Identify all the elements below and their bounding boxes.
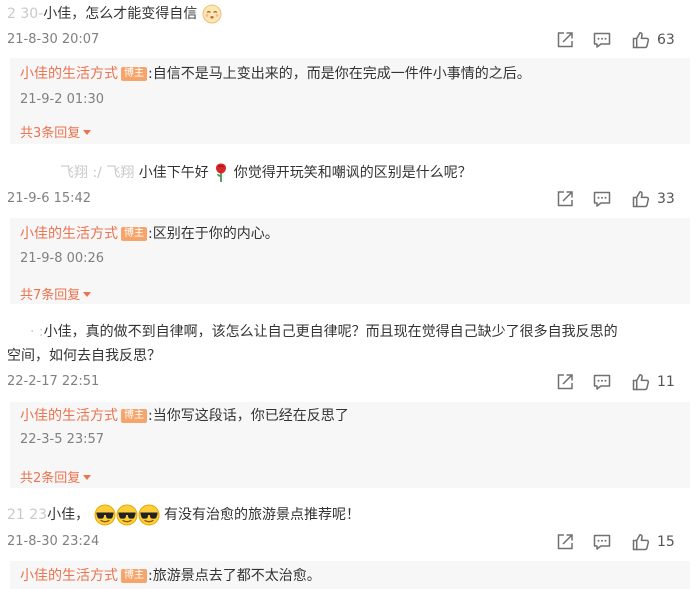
share-icon[interactable] (555, 30, 575, 50)
comment-text-line2: 空间，如何去自我反思？ (7, 348, 161, 364)
thumbs-up-icon[interactable] (631, 372, 651, 392)
more-replies-link[interactable]: 共2条回复 (20, 467, 92, 486)
reply-line: 小佳的生活方式 博主:自信不是马上变出来的，而是你在完成一件件小事情的之后。 (20, 64, 531, 84)
more-replies-link[interactable]: 共7条回复 (20, 284, 92, 303)
blush-emoji-icon (202, 4, 222, 24)
more-replies-link[interactable]: 共3条回复 (20, 122, 92, 141)
comment-author-blurred: · : (30, 324, 44, 340)
reply-line: 小佳的生活方式 博主:区别在于你的内心。 (20, 224, 279, 244)
like-count: 15 (657, 534, 675, 550)
reply-time: 22-3-5 23:57 (20, 432, 105, 447)
comment-text: 小佳，怎么才能变得自信 (43, 6, 198, 22)
reply-box: 小佳的生活方式 博主:区别在于你的内心。 21-9-8 00:26 共7条回复 (10, 218, 690, 304)
comment-text: 小佳， (47, 507, 90, 523)
reply-text: :旅游景点去了都不太治愈。 (148, 568, 321, 584)
reply-box: 小佳的生活方式 博主:旅游景点去了都不太治愈。 (10, 561, 690, 589)
comment-3-body: · :小佳，真的做不到自律啊，该怎么让自己更自律呢？而且现在觉得自己缺少了很多自… (30, 322, 618, 342)
caret-down-icon (83, 130, 92, 135)
reply-author-link[interactable]: 小佳的生活方式 (20, 408, 118, 424)
rose-emoji-icon (216, 163, 227, 182)
comment-author-blurred: 2 30- (7, 6, 44, 22)
reply-author-link[interactable]: 小佳的生活方式 (20, 568, 118, 584)
comment-2-body: 飞翔 :/ 飞翔 小佳下午好 你觉得开玩笑和嘲讽的区别是什么呢？ (60, 163, 472, 183)
blogger-badge: 博主 (121, 67, 147, 81)
comment-text-continued: 有没有治愈的旅游景点推荐呢！ (164, 507, 360, 523)
comment-author-blurred: 飞翔 :/ 飞翔 (60, 165, 139, 181)
like-count: 63 (657, 32, 675, 48)
reply-text: :区别在于你的内心。 (148, 226, 279, 242)
more-replies-label: 共2条回复 (20, 471, 81, 486)
comment-icon[interactable] (592, 189, 612, 209)
comment-actions: 15 (555, 532, 700, 554)
thumbs-up-icon[interactable] (631, 189, 651, 209)
comment-time: 21-8-30 20:07 (7, 32, 100, 47)
comment-1-body: 2 30-小佳，怎么才能变得自信 (7, 4, 222, 24)
reply-time: 21-9-2 01:30 (20, 92, 105, 107)
comment-time: 21-9-6 15:42 (7, 191, 92, 206)
reply-author-link[interactable]: 小佳的生活方式 (20, 66, 118, 82)
comment-icon[interactable] (592, 372, 612, 392)
reply-line: 小佳的生活方式 博主:旅游景点去了都不太治愈。 (20, 566, 321, 586)
blogger-badge: 博主 (121, 569, 147, 583)
comment-icon[interactable] (592, 532, 612, 552)
blogger-badge: 博主 (121, 227, 147, 241)
comment-actions: 11 (555, 372, 700, 394)
comment-time: 21-8-30 23:24 (7, 534, 100, 549)
comment-4-body: 21 23小佳， 有没有治愈的旅游景点推荐呢！ (7, 504, 360, 526)
cool-sunglasses-emoji-icon (94, 504, 116, 526)
thumbs-up-icon[interactable] (631, 30, 651, 50)
like-count: 33 (657, 191, 675, 207)
cool-sunglasses-emoji-icon (116, 504, 138, 526)
blogger-badge: 博主 (121, 409, 147, 423)
comment-author-blurred: 21 23 (7, 507, 48, 523)
comment-time: 22-2-17 22:51 (7, 374, 100, 389)
reply-time: 21-9-8 00:26 (20, 251, 105, 266)
reply-text: :当你写这段话，你已经在反思了 (148, 408, 349, 424)
comment-actions: 63 (555, 30, 700, 52)
like-count: 11 (657, 374, 675, 390)
comment-actions: 33 (555, 189, 700, 211)
comment-text-continued: 你觉得开玩笑和嘲讽的区别是什么呢？ (233, 165, 472, 181)
more-replies-label: 共3条回复 (20, 126, 81, 141)
reply-box: 小佳的生活方式 博主:当你写这段话，你已经在反思了 22-3-5 23:57 共2… (10, 402, 690, 488)
caret-down-icon (83, 475, 92, 480)
comment-text: 小佳，真的做不到自律啊，该怎么让自己更自律呢？而且现在觉得自己缺少了很多自我反思… (43, 324, 618, 340)
reply-line: 小佳的生活方式 博主:当你写这段话，你已经在反思了 (20, 406, 349, 426)
share-icon[interactable] (555, 189, 575, 209)
comment-icon[interactable] (592, 30, 612, 50)
more-replies-label: 共7条回复 (20, 288, 81, 303)
reply-box: 小佳的生活方式 博主:自信不是马上变出来的，而是你在完成一件件小事情的之后。 21… (10, 58, 690, 144)
thumbs-up-icon[interactable] (631, 532, 651, 552)
reply-text: :自信不是马上变出来的，而是你在完成一件件小事情的之后。 (148, 66, 531, 82)
cool-sunglasses-emoji-icon (138, 504, 160, 526)
caret-down-icon (83, 292, 92, 297)
comment-text: 小佳下午好 (138, 165, 209, 181)
share-icon[interactable] (555, 532, 575, 552)
share-icon[interactable] (555, 372, 575, 392)
reply-author-link[interactable]: 小佳的生活方式 (20, 226, 118, 242)
